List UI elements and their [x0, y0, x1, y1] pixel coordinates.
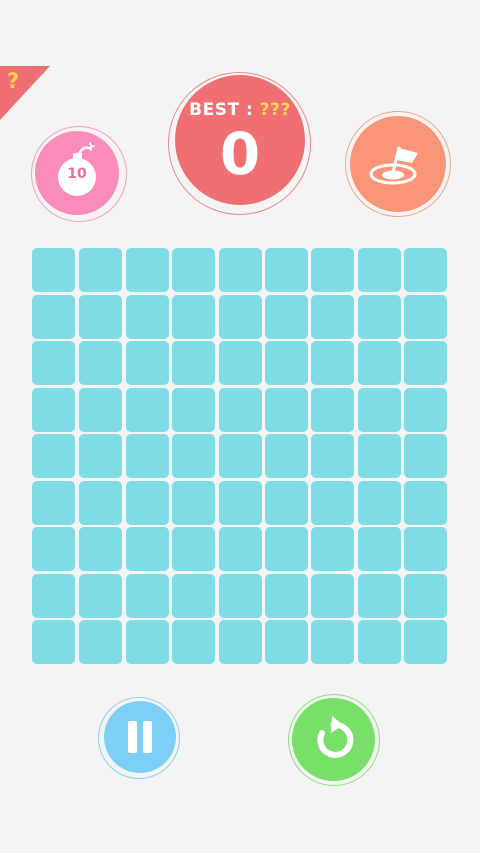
board-cell[interactable]: [219, 248, 262, 292]
board-cell[interactable]: [32, 620, 75, 664]
board-cell[interactable]: [126, 527, 169, 571]
flag-button[interactable]: [350, 116, 446, 212]
board-cell[interactable]: [404, 248, 447, 292]
board-cell[interactable]: [219, 620, 262, 664]
board-cell[interactable]: [404, 481, 447, 525]
board-cell[interactable]: [126, 574, 169, 618]
board-cell[interactable]: [358, 620, 401, 664]
board-cell[interactable]: [32, 295, 75, 339]
board-cell[interactable]: [265, 481, 308, 525]
best-label: BEST :: [189, 100, 260, 120]
board-cell[interactable]: [265, 434, 308, 478]
flag-hole-icon: [369, 146, 418, 185]
board-cell[interactable]: [311, 527, 354, 571]
score-panel: BEST : ??? 0: [175, 75, 305, 205]
board-cell[interactable]: [172, 248, 215, 292]
board-cell[interactable]: [79, 295, 122, 339]
board-cell[interactable]: [311, 574, 354, 618]
board-cell[interactable]: [172, 388, 215, 432]
board-cell[interactable]: [358, 248, 401, 292]
board-cell[interactable]: [79, 527, 122, 571]
board-cell[interactable]: [172, 434, 215, 478]
board-cell[interactable]: [32, 434, 75, 478]
board-cell[interactable]: [32, 481, 75, 525]
board-cell[interactable]: [265, 527, 308, 571]
board-cell[interactable]: [32, 574, 75, 618]
board-cell[interactable]: [219, 341, 262, 385]
board-cell[interactable]: [219, 527, 262, 571]
bomb-button[interactable]: 10: [35, 131, 119, 215]
board-cell[interactable]: [358, 574, 401, 618]
board-cell[interactable]: [219, 295, 262, 339]
board-cell[interactable]: [358, 434, 401, 478]
board-cell[interactable]: [79, 620, 122, 664]
board-cell[interactable]: [311, 388, 354, 432]
help-button[interactable]: ?: [0, 66, 50, 120]
game-board: [32, 248, 450, 666]
board-cell[interactable]: [265, 295, 308, 339]
board-cell[interactable]: [404, 527, 447, 571]
board-cell[interactable]: [219, 434, 262, 478]
board-cell[interactable]: [311, 341, 354, 385]
restart-icon: [317, 716, 354, 758]
board-cell[interactable]: [172, 341, 215, 385]
board-cell[interactable]: [358, 527, 401, 571]
board-cell[interactable]: [311, 248, 354, 292]
board-cell[interactable]: [404, 295, 447, 339]
board-cell[interactable]: [126, 341, 169, 385]
board-cell[interactable]: [404, 620, 447, 664]
restart-button[interactable]: [292, 698, 375, 781]
board-cell[interactable]: [79, 341, 122, 385]
board-cell[interactable]: [358, 341, 401, 385]
board-cell[interactable]: [358, 295, 401, 339]
board-cell[interactable]: [126, 434, 169, 478]
board-cell[interactable]: [172, 527, 215, 571]
board-cell[interactable]: [32, 388, 75, 432]
board-cell[interactable]: [311, 481, 354, 525]
board-cell[interactable]: [358, 481, 401, 525]
board-cell[interactable]: [311, 295, 354, 339]
board-cell[interactable]: [404, 341, 447, 385]
board-cell[interactable]: [265, 388, 308, 432]
best-value: ???: [259, 100, 291, 120]
board-cell[interactable]: [172, 620, 215, 664]
board-cell[interactable]: [265, 341, 308, 385]
board-cell[interactable]: [265, 620, 308, 664]
bomb-count: 10: [67, 166, 87, 182]
board-cell[interactable]: [126, 248, 169, 292]
board-cell[interactable]: [172, 481, 215, 525]
board-cell[interactable]: [79, 434, 122, 478]
board-cell[interactable]: [79, 574, 122, 618]
board-cell[interactable]: [79, 248, 122, 292]
board-cell[interactable]: [32, 248, 75, 292]
board-cell[interactable]: [265, 248, 308, 292]
board-cell[interactable]: [172, 295, 215, 339]
board-cell[interactable]: [126, 295, 169, 339]
board-cell[interactable]: [79, 388, 122, 432]
board-cell[interactable]: [311, 620, 354, 664]
question-mark-icon: ?: [7, 69, 20, 93]
board-cell[interactable]: [219, 481, 262, 525]
board-cell[interactable]: [126, 481, 169, 525]
board-cell[interactable]: [404, 574, 447, 618]
board-cell[interactable]: [358, 388, 401, 432]
board-cell[interactable]: [126, 388, 169, 432]
board-cell[interactable]: [79, 481, 122, 525]
board-cell[interactable]: [219, 574, 262, 618]
board-cell[interactable]: [311, 434, 354, 478]
board-cell[interactable]: [32, 341, 75, 385]
board-cell[interactable]: [219, 388, 262, 432]
board-cell[interactable]: [404, 434, 447, 478]
board-cell[interactable]: [172, 574, 215, 618]
board-cell[interactable]: [404, 388, 447, 432]
current-score: 0: [219, 120, 261, 188]
board-cell[interactable]: [32, 527, 75, 571]
best-score: BEST : ???: [175, 100, 305, 120]
pause-button[interactable]: [104, 701, 176, 773]
board-cell[interactable]: [265, 574, 308, 618]
board-cell[interactable]: [126, 620, 169, 664]
